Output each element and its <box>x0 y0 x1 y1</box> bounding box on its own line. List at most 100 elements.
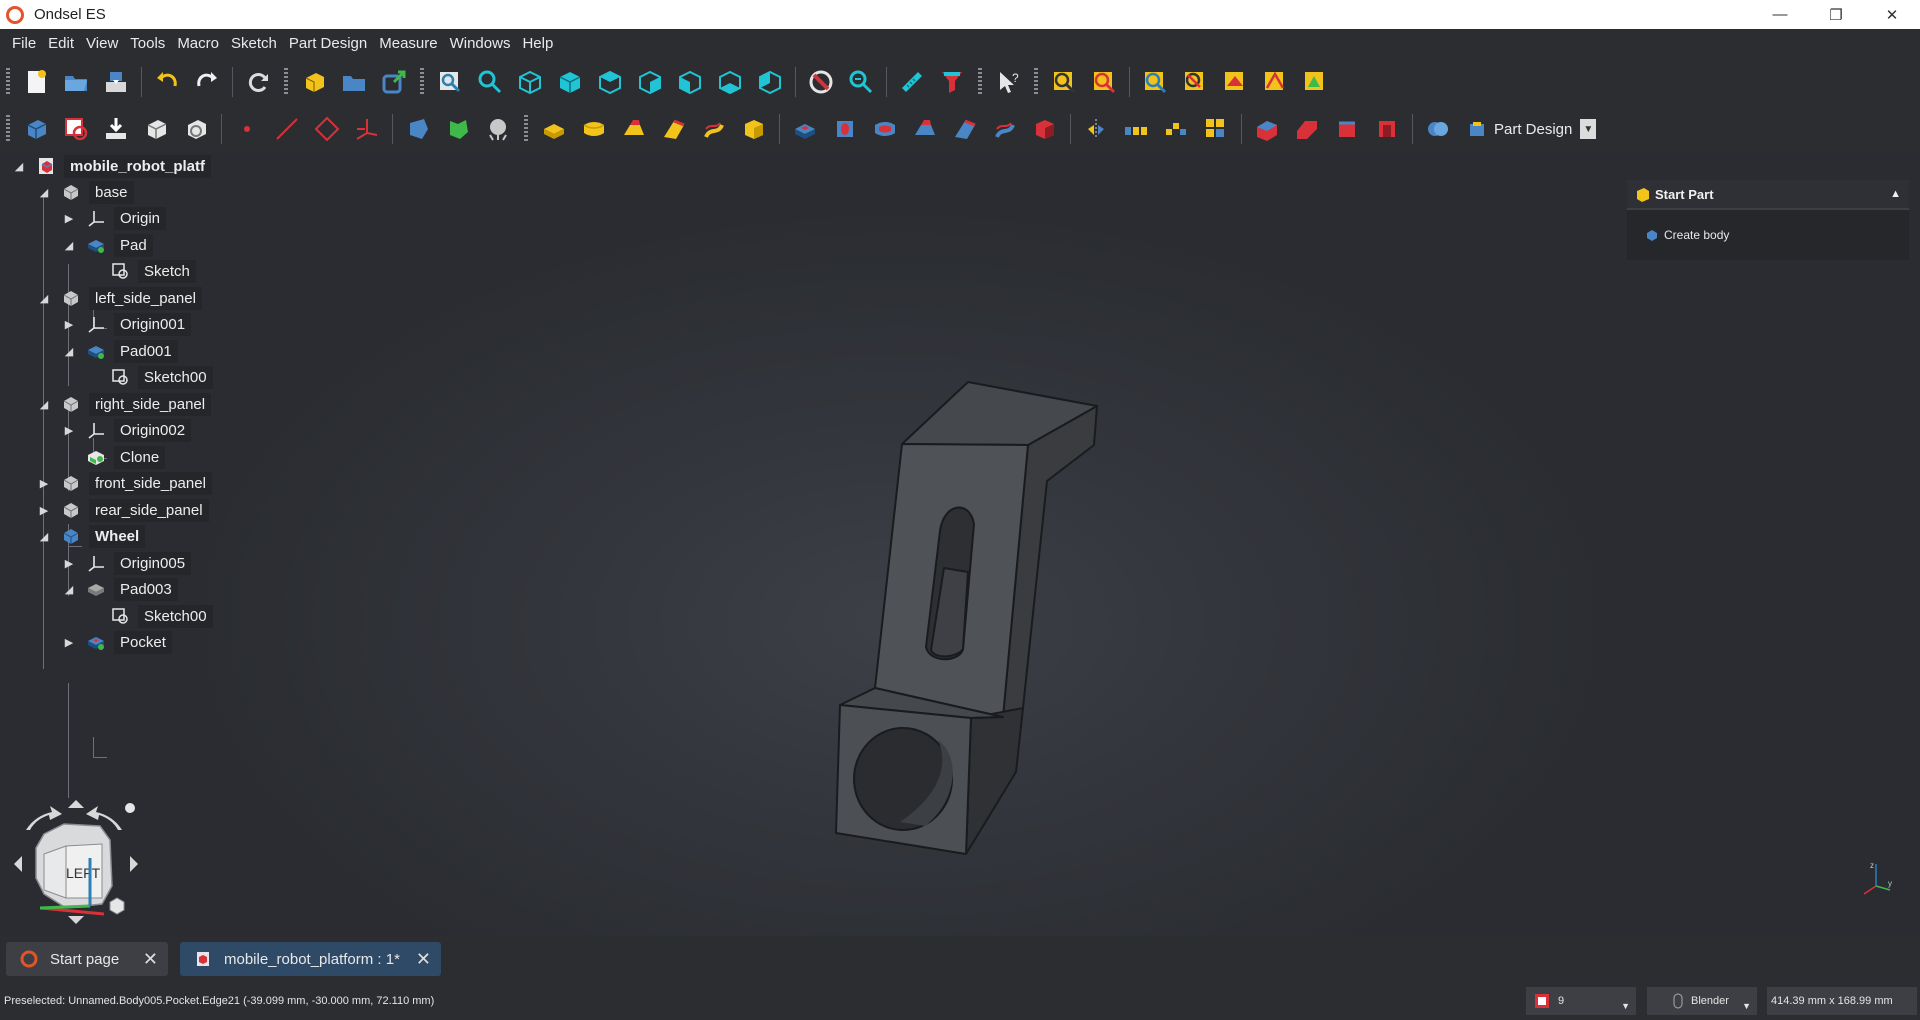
hole-button[interactable] <box>825 109 865 149</box>
collapse-icon[interactable]: ◢ <box>37 185 51 199</box>
arrow-down-icon[interactable] <box>68 916 84 924</box>
boolean-button[interactable] <box>1418 109 1458 149</box>
tree-item-pocket[interactable]: ▶ Pocket <box>62 629 172 655</box>
toolbar-grip[interactable] <box>524 115 528 143</box>
close-icon[interactable]: ✕ <box>143 949 158 970</box>
create-plane-button[interactable] <box>307 109 347 149</box>
view-right-button[interactable] <box>630 62 670 102</box>
create-part-button[interactable] <box>294 62 334 102</box>
polar-pattern-button[interactable] <box>1156 109 1196 149</box>
collapse-up-icon[interactable]: ▲ <box>1890 188 1901 200</box>
expand-icon[interactable]: ▶ <box>62 423 76 437</box>
tree-item-sketch001[interactable]: Sketch00 <box>110 364 213 390</box>
view-isometric-button[interactable] <box>510 62 550 102</box>
tree-item-origin[interactable]: ▶ Origin <box>62 205 167 231</box>
notification-count[interactable]: 9 ▼ <box>1526 987 1636 1015</box>
tab-mobile-robot-platform[interactable]: mobile_robot_platform : 1* ✕ <box>180 942 441 976</box>
menu-file[interactable]: File <box>6 29 42 59</box>
rotate-left-arrow-icon[interactable] <box>26 806 62 830</box>
arrow-left-icon[interactable] <box>14 856 22 872</box>
tree-item-pad003[interactable]: ◢ Pad003 <box>62 576 178 602</box>
create-point-button[interactable] <box>227 109 267 149</box>
subtractive-primitive-button[interactable] <box>1025 109 1065 149</box>
collapse-icon[interactable]: ◢ <box>62 238 76 252</box>
measure-clear-button[interactable] <box>1175 62 1215 102</box>
close-button[interactable]: ✕ <box>1864 0 1920 29</box>
tree-item-front-side-panel[interactable]: ▶ front_side_panel <box>37 470 212 496</box>
create-link-button[interactable] <box>374 62 414 102</box>
additive-pipe-button[interactable] <box>654 109 694 149</box>
collapse-icon[interactable]: ◢ <box>62 344 76 358</box>
clone-button[interactable] <box>136 109 176 149</box>
close-icon[interactable]: ✕ <box>416 949 431 970</box>
pocket-button[interactable] <box>785 109 825 149</box>
save-file-button[interactable] <box>96 62 136 102</box>
additive-loft-button[interactable] <box>398 109 438 149</box>
multi-transform-button[interactable] <box>1196 109 1236 149</box>
subtractive-helix-button[interactable] <box>985 109 1025 149</box>
create-group-button[interactable] <box>334 62 374 102</box>
toolbar-grip[interactable] <box>420 68 424 96</box>
sub-shape-binder-button[interactable] <box>438 109 478 149</box>
menu-help[interactable]: Help <box>516 29 559 59</box>
draw-style-button[interactable] <box>801 62 841 102</box>
collapse-icon[interactable]: ◢ <box>37 291 51 305</box>
thickness-button[interactable] <box>1367 109 1407 149</box>
pad-button[interactable] <box>534 109 574 149</box>
tree-item-origin005[interactable]: ▶ Origin005 <box>62 550 192 576</box>
measure-toggle-delta-button[interactable] <box>1295 62 1335 102</box>
expand-icon[interactable]: ▶ <box>62 317 76 331</box>
linear-pattern-button[interactable] <box>1116 109 1156 149</box>
validate-sketch-button[interactable] <box>96 109 136 149</box>
shape-binder-sphere-button[interactable] <box>478 109 518 149</box>
redo-button[interactable] <box>187 62 227 102</box>
tree-item-origin002[interactable]: ▶ Origin002 <box>62 417 192 443</box>
selection-filter-button[interactable] <box>932 62 972 102</box>
tab-start-page[interactable]: Start page ✕ <box>6 942 168 976</box>
expand-icon[interactable]: ▶ <box>37 503 51 517</box>
collapse-icon[interactable]: ◢ <box>37 529 51 543</box>
navigation-cube[interactable]: LEFT <box>4 798 144 930</box>
tree-item-pad[interactable]: ◢ Pad <box>62 232 153 258</box>
menu-tools[interactable]: Tools <box>124 29 171 59</box>
menu-view[interactable]: View <box>80 29 124 59</box>
tree-item-right-side-panel[interactable]: ◢ right_side_panel <box>37 391 212 417</box>
collapse-icon[interactable]: ◢ <box>62 582 76 596</box>
restore-button[interactable]: ❐ <box>1808 0 1864 29</box>
view-fit-all-button[interactable] <box>430 62 470 102</box>
groove-button[interactable] <box>865 109 905 149</box>
expand-icon[interactable]: ▶ <box>37 476 51 490</box>
new-file-button[interactable] <box>16 62 56 102</box>
chevron-down-icon[interactable]: ▼ <box>1580 119 1597 139</box>
workbench-selector[interactable]: Part Design ▼ <box>1464 116 1600 142</box>
shape-binder-button[interactable] <box>176 109 216 149</box>
collapse-icon[interactable]: ◢ <box>12 159 26 173</box>
expand-icon[interactable]: ▶ <box>62 635 76 649</box>
subtractive-pipe-button[interactable] <box>945 109 985 149</box>
open-file-button[interactable] <box>56 62 96 102</box>
additive-loft-button-2[interactable] <box>614 109 654 149</box>
view-top-button[interactable] <box>590 62 630 102</box>
tree-item-rear-side-panel[interactable]: ▶ rear_side_panel <box>37 497 209 523</box>
toolbar-grip[interactable] <box>6 115 10 143</box>
menu-sketch[interactable]: Sketch <box>225 29 283 59</box>
create-lcs-button[interactable] <box>347 109 387 149</box>
toolbar-grip[interactable] <box>284 68 288 96</box>
expand-icon[interactable]: ▶ <box>62 211 76 225</box>
tree-item-clone[interactable]: Clone <box>86 444 166 470</box>
menu-part-design[interactable]: Part Design <box>283 29 373 59</box>
additive-helix-button[interactable] <box>694 109 734 149</box>
tree-item-left-side-panel[interactable]: ◢ left_side_panel <box>37 285 202 311</box>
view-front-button[interactable] <box>550 62 590 102</box>
view-bottom-button[interactable] <box>710 62 750 102</box>
cube-small-icon[interactable] <box>109 897 125 915</box>
additive-primitive-button[interactable] <box>734 109 774 149</box>
tree-item-origin001[interactable]: ▶ Origin001 <box>62 311 192 337</box>
toolbar-grip[interactable] <box>978 68 982 96</box>
measure-distance-button[interactable] <box>892 62 932 102</box>
bounding-box-button[interactable] <box>841 62 881 102</box>
navigation-style-selector[interactable]: Blender ▼ <box>1647 987 1757 1015</box>
part-model[interactable] <box>0 152 1920 936</box>
tree-item-document[interactable]: ◢ mobile_robot_platf <box>12 153 212 179</box>
view-rear-button[interactable] <box>670 62 710 102</box>
